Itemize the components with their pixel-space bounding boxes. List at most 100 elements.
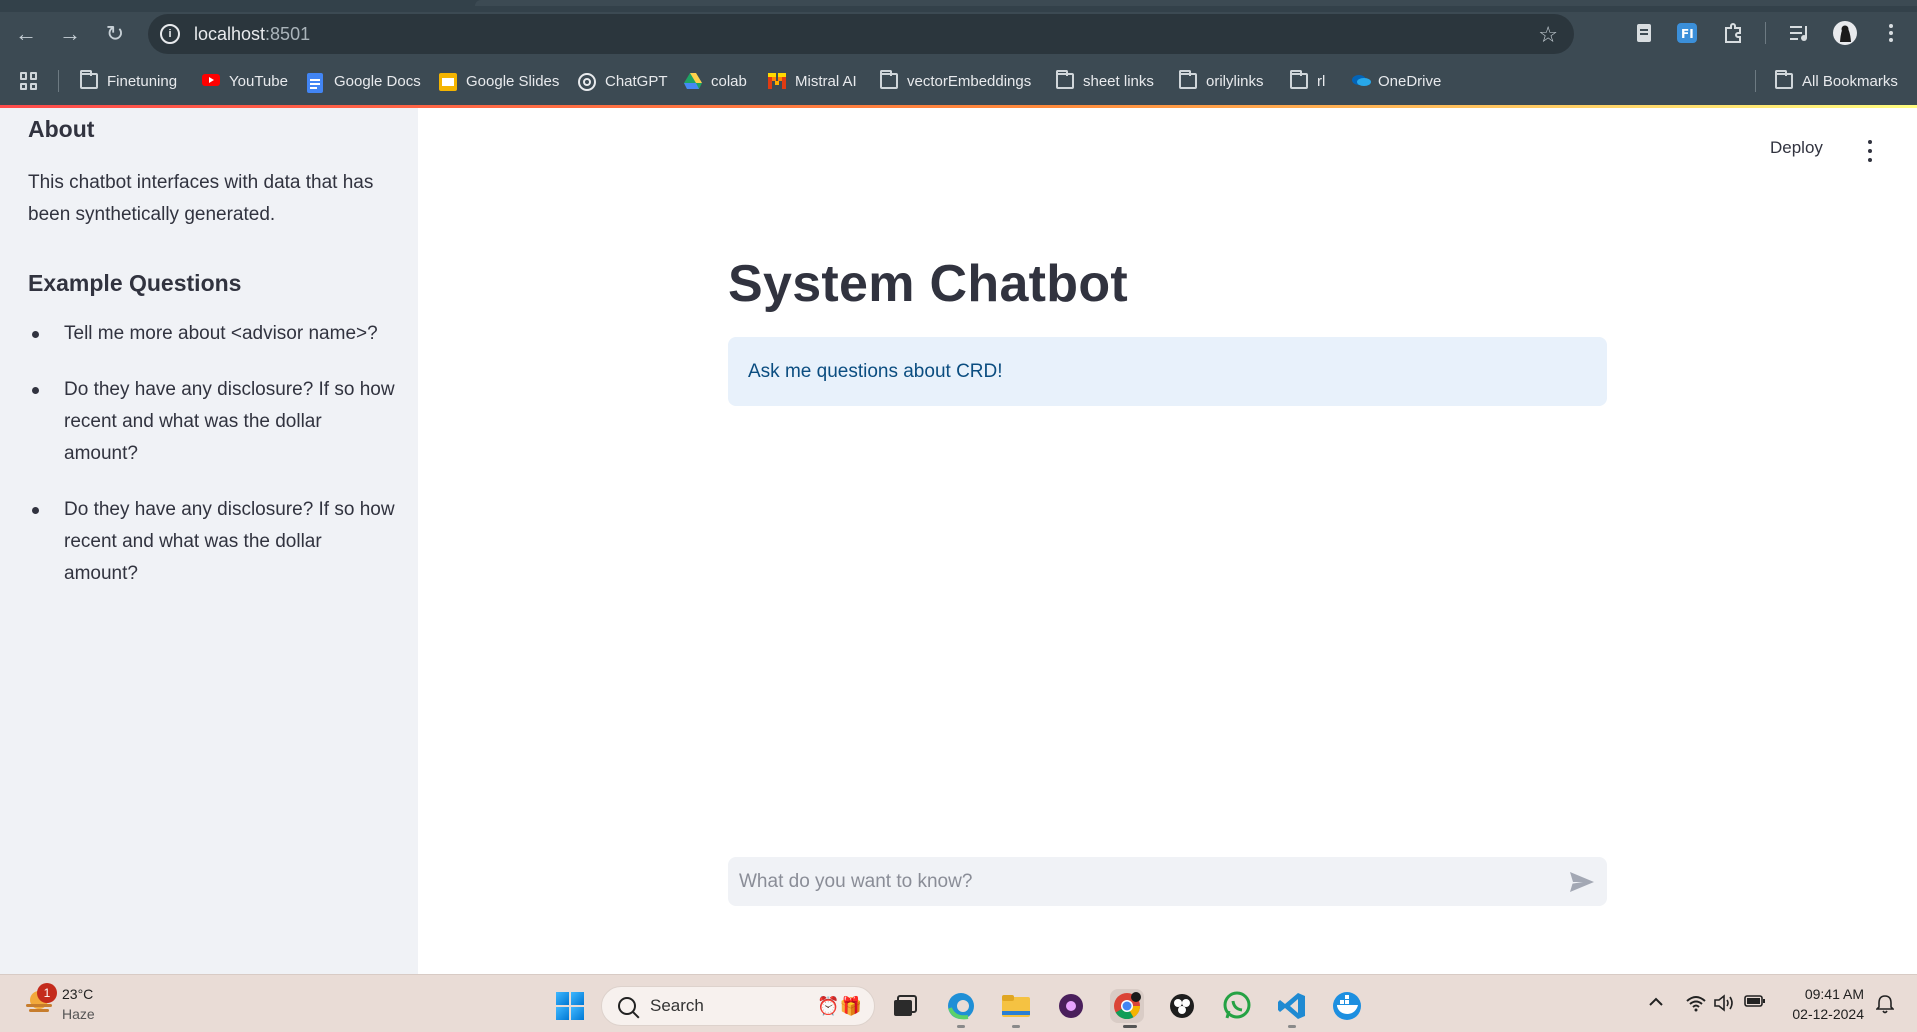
sidebar-about-text: This chatbot interfaces with data that h…: [28, 172, 374, 225]
bookmark-colab[interactable]: colab: [684, 68, 747, 94]
edge-browser-icon[interactable]: [944, 989, 978, 1023]
chrome-icon[interactable]: [1110, 989, 1144, 1023]
drive-icon: [684, 73, 702, 89]
url-text[interactable]: localhost:8501: [194, 24, 310, 45]
folder-icon: [1290, 70, 1308, 89]
bookmark-google-docs[interactable]: Google Docs: [307, 68, 421, 94]
sidebar-about-heading: About: [28, 116, 95, 142]
back-icon[interactable]: ←: [12, 20, 40, 48]
whatsapp-icon[interactable]: [1220, 989, 1254, 1023]
sidebar-examples-heading: Example Questions: [28, 270, 242, 296]
taskbar-search[interactable]: Search ⏰🎁: [601, 986, 875, 1026]
folder-icon: [880, 70, 898, 89]
search-highlight-icon: ⏰🎁: [817, 996, 862, 1016]
bookmark-youtube[interactable]: YouTube: [202, 68, 288, 94]
bookmark-chatgpt[interactable]: ChatGPT: [578, 68, 668, 94]
weather-notification-badge: 1: [37, 983, 57, 1003]
obs-studio-icon[interactable]: [1165, 989, 1199, 1023]
bookmark-label: YouTube: [229, 72, 288, 90]
bookmark-star-icon[interactable]: ☆: [1538, 22, 1558, 48]
clock-time[interactable]: 09:41 AM: [1800, 986, 1864, 1002]
browser-menu-icon[interactable]: [1878, 20, 1904, 46]
app-running-indicator: [1288, 1025, 1296, 1028]
main-content: [418, 108, 1917, 974]
mistral-icon: [768, 73, 786, 89]
example-questions-list: Tell me more about <advisor name>? Do th…: [28, 318, 398, 614]
tray-overflow-chevron-icon[interactable]: [1648, 994, 1664, 1012]
app-active-indicator: [1123, 1025, 1137, 1028]
folder-icon: [80, 70, 98, 89]
bookmark-google-slides[interactable]: Google Slides: [439, 68, 559, 94]
weather-condition[interactable]: Haze: [62, 1006, 95, 1022]
reading-list-icon[interactable]: [1787, 20, 1813, 46]
bookmark-orilylinks[interactable]: orilylinks: [1179, 68, 1264, 94]
example-question: Tell me more about <advisor name>?: [28, 318, 398, 350]
weather-temperature[interactable]: 23°C: [62, 986, 93, 1002]
page-title: System Chatbot: [728, 255, 1129, 313]
extensions-puzzle-icon[interactable]: [1720, 20, 1746, 46]
address-bar[interactable]: i localhost:8501 ☆: [148, 14, 1574, 54]
onedrive-icon: [1351, 73, 1371, 89]
svg-text:FI: FI: [1681, 27, 1694, 41]
bookmark-label: Google Slides: [466, 72, 560, 90]
wifi-icon[interactable]: [1685, 994, 1707, 1017]
chat-input-container[interactable]: [728, 857, 1607, 906]
docker-icon[interactable]: [1330, 989, 1364, 1023]
bookmark-label: orilylinks: [1206, 72, 1264, 90]
forward-icon[interactable]: →: [56, 20, 84, 48]
app-running-indicator: [957, 1025, 965, 1028]
bookmark-rl[interactable]: rl: [1290, 68, 1325, 94]
bookmarks-separator: [58, 70, 59, 92]
bookmark-label: Mistral AI: [795, 72, 857, 90]
bookmark-mistral[interactable]: Mistral AI: [768, 68, 857, 94]
toolbar-separator: [1765, 22, 1766, 44]
search-icon: [618, 997, 636, 1015]
url-port: :8501: [265, 23, 311, 44]
chatgpt-icon: [578, 73, 596, 91]
extension-fi-icon[interactable]: FI: [1674, 20, 1700, 46]
google-docs-icon: [307, 73, 325, 93]
reload-icon[interactable]: ↻: [101, 20, 129, 48]
bookmark-finetuning[interactable]: Finetuning: [80, 68, 177, 94]
google-slides-icon: [439, 73, 457, 91]
bookmark-label: OneDrive: [1378, 72, 1442, 90]
info-alert: Ask me questions about CRD!: [728, 337, 1607, 406]
youtube-icon: [202, 73, 220, 89]
profile-avatar[interactable]: [1832, 20, 1858, 46]
extension-doc-icon[interactable]: [1631, 20, 1657, 46]
clock-date[interactable]: 02-12-2024: [1784, 1006, 1864, 1022]
battery-icon[interactable]: [1744, 994, 1766, 1013]
send-icon[interactable]: [1569, 870, 1595, 894]
info-alert-text: Ask me questions about CRD!: [748, 360, 1003, 382]
app-running-indicator: [1012, 1025, 1020, 1028]
bookmark-vectorembeddings[interactable]: vectorEmbeddings: [880, 68, 1031, 94]
task-view-icon[interactable]: [888, 989, 922, 1023]
example-question: Do they have any disclosure? If so how r…: [28, 374, 398, 470]
windows-start-icon[interactable]: [556, 992, 584, 1020]
vscode-icon[interactable]: [1275, 989, 1309, 1023]
bookmark-label: vectorEmbeddings: [907, 72, 1032, 90]
bookmark-onedrive[interactable]: OneDrive: [1351, 68, 1441, 94]
bookmark-label: sheet links: [1083, 72, 1154, 90]
volume-icon[interactable]: [1713, 994, 1735, 1017]
folder-icon: [1775, 70, 1793, 89]
bookmarks-separator: [1755, 70, 1756, 92]
site-info-icon[interactable]: i: [160, 24, 180, 44]
folder-icon: [1056, 70, 1074, 89]
bookmark-label: Google Docs: [334, 72, 421, 90]
chat-input[interactable]: [739, 870, 1539, 893]
folder-icon: [1179, 70, 1197, 89]
bookmark-sheet-links[interactable]: sheet links: [1056, 68, 1154, 94]
url-host: localhost: [194, 23, 266, 44]
all-bookmarks[interactable]: All Bookmarks: [1775, 68, 1898, 94]
app-menu-icon[interactable]: [1862, 140, 1878, 162]
notification-bell-icon[interactable]: [1876, 994, 1894, 1014]
bookmark-label: Finetuning: [107, 72, 178, 90]
bookmark-label: rl: [1317, 72, 1326, 90]
file-explorer-icon[interactable]: [999, 989, 1033, 1023]
deploy-button[interactable]: Deploy: [1770, 138, 1823, 158]
media-player-icon[interactable]: [1054, 989, 1088, 1023]
apps-grid-icon[interactable]: [20, 72, 38, 90]
active-tab-edge: [475, 0, 1917, 6]
example-question: Do they have any disclosure? If so how r…: [28, 494, 398, 590]
